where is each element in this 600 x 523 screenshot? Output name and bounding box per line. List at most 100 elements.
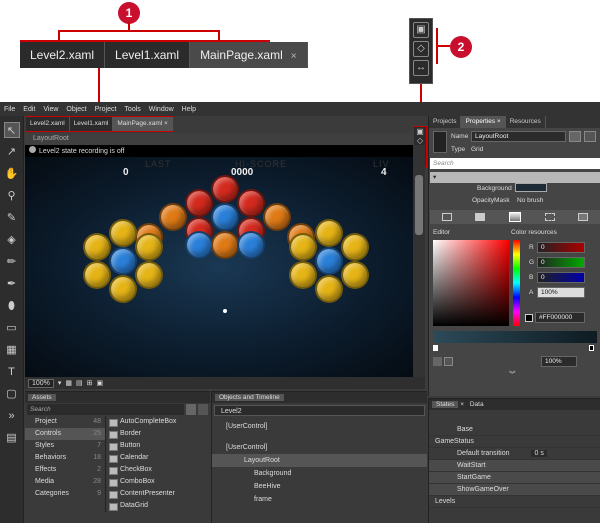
menu-edit[interactable]: Edit <box>23 106 35 113</box>
gradient-stop-start[interactable] <box>433 345 438 351</box>
b-field[interactable]: 0 <box>537 272 585 283</box>
show-grid-icon[interactable]: ▦ <box>65 379 72 387</box>
close-icon[interactable]: × <box>291 51 297 62</box>
list-view-icon[interactable] <box>198 404 208 415</box>
state-item[interactable]: ShowGameOver <box>429 484 600 496</box>
category-item[interactable]: Behaviors 18 <box>25 452 105 464</box>
hex-gem[interactable] <box>263 203 291 231</box>
hex-gem[interactable] <box>315 219 343 247</box>
eyedropper-icon[interactable] <box>525 314 533 322</box>
design-view-icon[interactable]: ▣ <box>414 127 426 136</box>
brushes-header[interactable]: ▾ <box>430 172 600 183</box>
transition-duration-field[interactable]: 0 s <box>531 450 547 457</box>
asset-item[interactable]: ContentPresenter <box>106 488 210 500</box>
tree-item[interactable]: BeeHive <box>212 480 427 493</box>
properties-view-icon[interactable] <box>584 131 596 142</box>
hex-gem[interactable] <box>211 231 239 259</box>
gradient-tool-icon[interactable] <box>444 357 453 366</box>
solid-brush-icon[interactable] <box>475 213 486 221</box>
hex-gem[interactable] <box>159 203 187 231</box>
asset-item[interactable]: Calendar <box>106 452 210 464</box>
state-base[interactable]: Base <box>429 424 600 436</box>
artboard[interactable]: Level2 state recording is off LAST HI-SC… <box>25 145 413 377</box>
assets-tool-icon[interactable]: ▤ <box>4 430 20 446</box>
pan-tool-icon[interactable]: ✋ <box>4 166 20 182</box>
assets-tab[interactable]: Assets <box>28 394 56 401</box>
tree-item-layoutroot[interactable]: LayoutRoot <box>212 454 427 467</box>
brush-transform-tool-icon[interactable]: ⬮ <box>4 298 20 314</box>
tab-resources[interactable]: Resources <box>506 116 546 128</box>
split-view-icon[interactable]: ↔ <box>413 60 429 76</box>
asset-item[interactable]: Button <box>106 440 210 452</box>
tab-states[interactable]: States <box>432 401 459 408</box>
menu-help[interactable]: Help <box>182 106 196 113</box>
tab-properties[interactable]: Properties × <box>461 116 506 128</box>
hex-color-field[interactable]: #FF000000 <box>535 312 585 323</box>
close-icon[interactable]: × <box>460 401 464 408</box>
a-field[interactable]: 100% <box>537 287 585 298</box>
hex-gem[interactable] <box>83 261 111 289</box>
state-item[interactable]: StartGame <box>429 472 600 484</box>
hex-gem[interactable] <box>315 275 343 303</box>
hex-gem[interactable] <box>83 233 111 261</box>
record-icon[interactable] <box>29 146 36 153</box>
category-item[interactable]: Project 48 <box>25 416 105 428</box>
asset-item[interactable]: DataGrid <box>106 500 210 512</box>
gradient-bar[interactable] <box>433 331 597 343</box>
zoom-tool-icon[interactable]: ⚲ <box>4 188 20 204</box>
hex-gem[interactable] <box>289 261 317 289</box>
paint-bucket-tool-icon[interactable]: ◈ <box>4 232 20 248</box>
pen-tool-icon[interactable]: ✒ <box>4 276 20 292</box>
close-icon[interactable]: × <box>164 120 168 127</box>
color-resources-label[interactable]: Color resources <box>511 229 557 236</box>
category-item[interactable]: Controls 25 <box>25 428 105 440</box>
hex-gem[interactable] <box>315 247 343 275</box>
button-tool-icon[interactable]: ▢ <box>4 386 20 402</box>
tab-mainpage[interactable]: MainPage.xaml × <box>113 117 173 131</box>
color-field[interactable] <box>433 240 509 326</box>
asset-item[interactable]: CheckBox <box>106 464 210 476</box>
tab-data[interactable]: Data <box>466 401 484 408</box>
objects-tab[interactable]: Objects and Timeline <box>215 394 284 401</box>
selection-tool-icon[interactable]: ↖ <box>3 122 20 138</box>
xaml-view-icon[interactable]: ◇ <box>414 136 426 145</box>
tree-item[interactable]: [UserControl] <box>212 441 427 454</box>
zoomed-tab-level2[interactable]: Level2.xaml <box>20 42 106 68</box>
zoom-level-combo[interactable]: 100% <box>28 378 54 388</box>
close-icon[interactable]: × <box>497 118 501 125</box>
textblock-tool-icon[interactable]: T <box>4 364 20 380</box>
eyedropper-tool-icon[interactable]: ✎ <box>4 210 20 226</box>
search-icon[interactable] <box>186 404 196 415</box>
category-item[interactable]: Effects 2 <box>25 464 105 476</box>
hex-gem[interactable] <box>109 275 137 303</box>
tile-brush-icon[interactable] <box>544 213 555 221</box>
breadcrumb[interactable]: LayoutRoot <box>25 133 413 145</box>
zoomed-tab-level1[interactable]: Level1.xaml <box>105 42 191 68</box>
state-item[interactable]: WaitStart <box>429 460 600 472</box>
tree-item[interactable]: Background <box>212 467 427 480</box>
tree-item[interactable]: [UserControl] <box>212 420 427 433</box>
brush-resources-icon[interactable] <box>578 213 589 221</box>
rectangle-tool-icon[interactable]: ▭ <box>4 320 20 336</box>
asset-expand-icon[interactable]: » <box>4 408 20 424</box>
state-group[interactable]: Levels <box>429 496 600 508</box>
expand-chevron-icon[interactable]: ︾ <box>509 368 516 378</box>
assets-search-input[interactable]: Search <box>27 404 184 415</box>
state-combo[interactable]: Level2 <box>214 405 425 416</box>
asset-item[interactable]: AutoCompleteBox <box>106 416 210 428</box>
tab-level1[interactable]: Level1.xaml <box>70 117 114 131</box>
hue-slider[interactable] <box>513 240 520 326</box>
artboard-vertical-scrollbar[interactable] <box>413 145 425 377</box>
menu-file[interactable]: File <box>4 106 15 113</box>
direct-selection-tool-icon[interactable]: ↗ <box>4 144 20 160</box>
hex-gem[interactable] <box>211 203 239 231</box>
background-swatch[interactable] <box>515 183 547 192</box>
xaml-view-icon[interactable]: ◇ <box>413 41 429 57</box>
no-brush-icon[interactable] <box>441 213 452 221</box>
hex-gem[interactable] <box>185 189 213 217</box>
gradient-brush-icon[interactable] <box>508 212 521 222</box>
snap-grid-icon[interactable]: ▤ <box>76 379 83 387</box>
category-item[interactable]: Media 28 <box>25 476 105 488</box>
design-view-icon[interactable]: ▣ <box>413 22 429 38</box>
hex-gem[interactable] <box>237 231 265 259</box>
